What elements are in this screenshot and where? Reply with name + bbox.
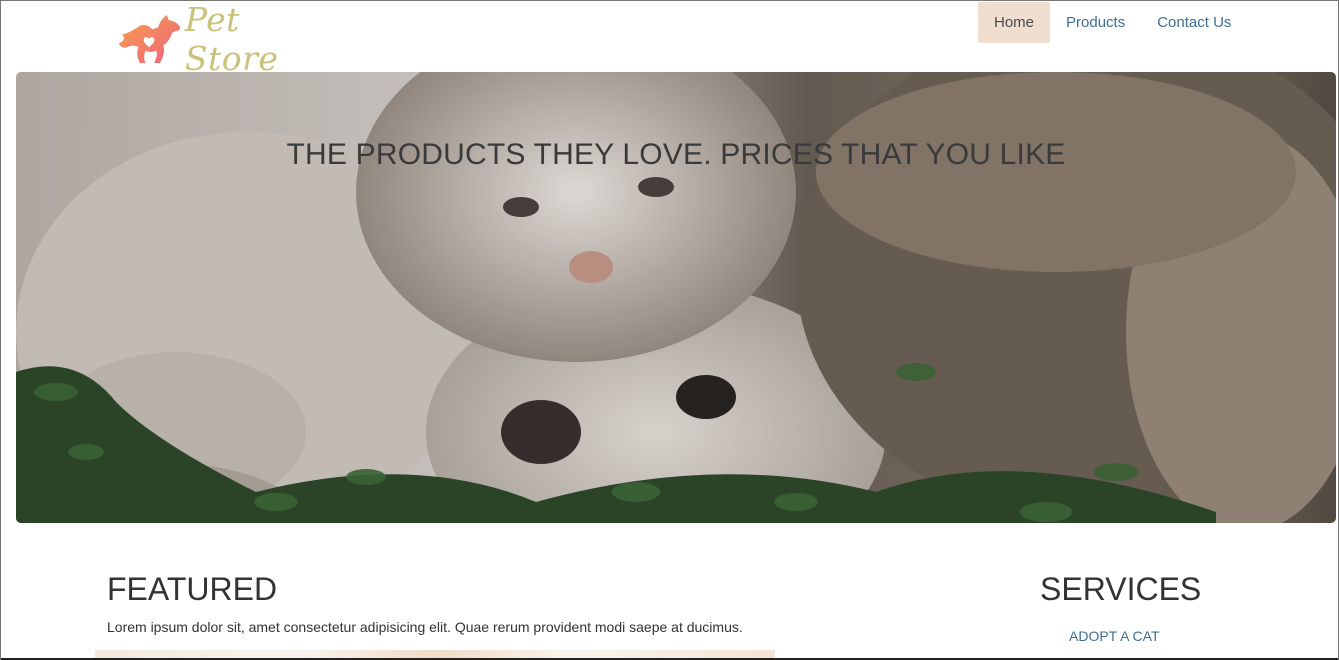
brand-name: Pet Store <box>184 0 279 78</box>
featured-description: Lorem ipsum dolor sit, amet consectetur … <box>107 619 743 635</box>
nav-products[interactable]: Products <box>1050 2 1141 43</box>
services-heading: SERVICES <box>1040 571 1202 607</box>
dog-logo-icon <box>118 14 181 64</box>
main-nav: Home Products Contact Us <box>978 2 1247 43</box>
featured-heading: FEATURED <box>107 571 278 607</box>
hero-banner: THE PRODUCTS THEY LOVE. PRICES THAT YOU … <box>16 72 1336 523</box>
top-navbar: Pet Store Home Products Contact Us <box>1 0 1338 78</box>
brand-logo[interactable]: Pet Store <box>117 0 327 78</box>
nav-home[interactable]: Home <box>978 2 1051 43</box>
hero-title: THE PRODUCTS THEY LOVE. PRICES THAT YOU … <box>286 138 1066 171</box>
nav-contact-us[interactable]: Contact Us <box>1141 2 1247 43</box>
adopt-a-cat-link[interactable]: ADOPT A CAT <box>1069 628 1160 644</box>
